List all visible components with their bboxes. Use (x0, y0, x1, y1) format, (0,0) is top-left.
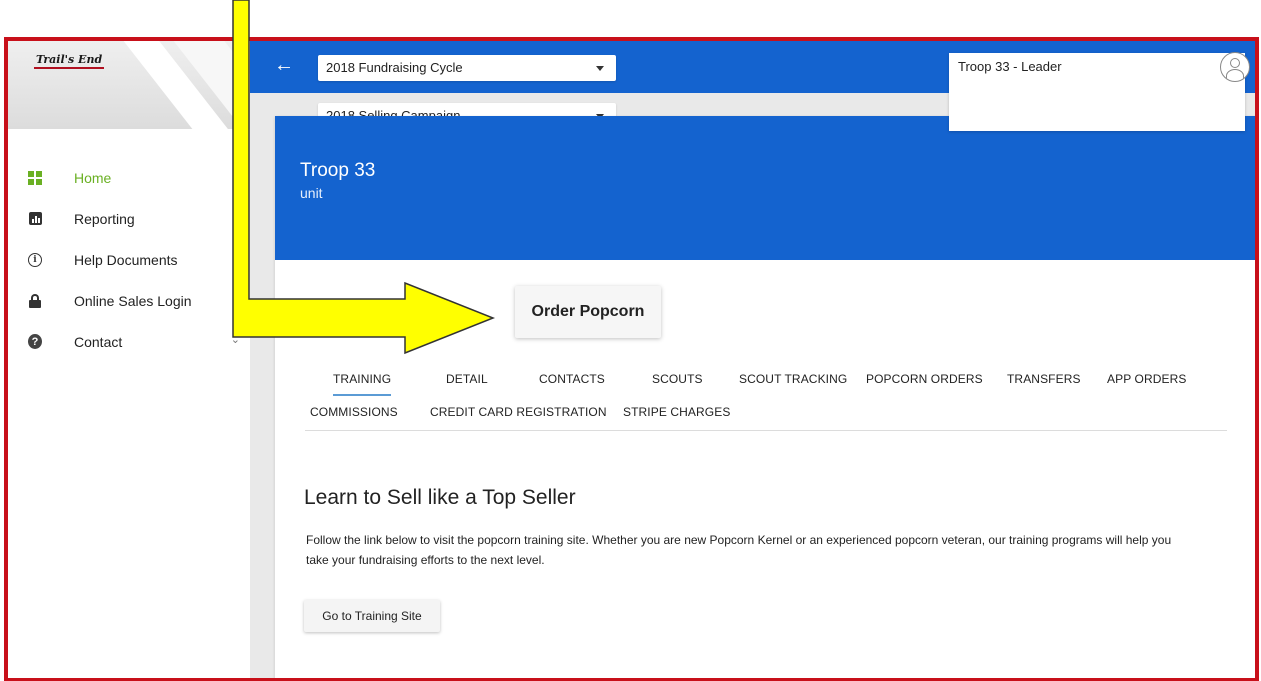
sidebar-item-label: Home (74, 169, 112, 186)
sidebar-item-help-documents[interactable]: i Help Documents ⌄ (8, 239, 250, 280)
tab-scouts[interactable]: SCOUTS (652, 372, 703, 386)
sidebar-item-label: Help Documents (74, 251, 178, 268)
fundraising-cycle-select[interactable]: 2018 Fundraising Cycle (318, 55, 616, 81)
lock-icon (28, 293, 42, 308)
tab-transfers[interactable]: TRANSFERS (1007, 372, 1081, 386)
sidebar: Trail's End Home Reporting ⌄ i Help Docu… (8, 41, 250, 678)
sidebar-item-home[interactable]: Home (8, 157, 250, 198)
tab-training[interactable]: TRAINING (333, 372, 392, 396)
unit-title: Troop 33 (300, 160, 376, 181)
bar-chart-icon (28, 212, 42, 226)
unit-subtitle: unit (300, 185, 323, 201)
sidebar-item-reporting[interactable]: Reporting ⌄ (8, 198, 250, 239)
tab-popcorn-orders[interactable]: POPCORN ORDERS (866, 372, 983, 386)
tab-detail[interactable]: DETAIL (446, 372, 488, 386)
user-role-label: Troop 33 - Leader (958, 59, 1062, 74)
help-circle-icon: ? (28, 334, 42, 349)
sidebar-item-contact[interactable]: ? Contact ⌄ (8, 321, 250, 362)
tab-scout-tracking[interactable]: SCOUT TRACKING (739, 372, 847, 386)
chevron-down-icon[interactable]: ⌄ (231, 333, 240, 346)
user-avatar-icon[interactable] (1220, 52, 1250, 82)
sidebar-item-label: Contact (74, 333, 123, 350)
sidebar-item-label: Online Sales Login (74, 292, 192, 309)
back-arrow-icon[interactable]: ← (274, 55, 294, 75)
sidebar-item-online-sales-login[interactable]: Online Sales Login (8, 280, 250, 321)
tab-app-orders[interactable]: APP ORDERS (1107, 372, 1186, 386)
user-role-menu[interactable]: Troop 33 - Leader (949, 53, 1245, 131)
tab-credit-card-registration[interactable]: CREDIT CARD REGISTRATION (430, 405, 607, 419)
training-heading: Learn to Sell like a Top Seller (304, 486, 576, 509)
sidebar-header: Trail's End (8, 41, 250, 129)
tab-contacts[interactable]: CONTACTS (539, 372, 605, 386)
trails-end-logo[interactable]: Trail's End (34, 53, 105, 69)
chevron-down-icon[interactable]: ⌄ (231, 251, 240, 264)
chevron-down-icon[interactable]: ⌄ (231, 210, 240, 223)
sidebar-nav: Home Reporting ⌄ i Help Documents ⌄ Onli… (8, 157, 250, 362)
fundraising-cycle-value: 2018 Fundraising Cycle (326, 60, 463, 75)
info-icon: i (28, 252, 42, 267)
dropdown-caret-icon (596, 66, 604, 71)
training-description: Follow the link below to visit the popco… (306, 533, 1172, 567)
order-popcorn-button[interactable]: Order Popcorn (515, 286, 661, 338)
unit-hero: Troop 33 unit (275, 116, 1255, 260)
tab-divider (305, 430, 1227, 431)
tab-stripe-charges[interactable]: STRIPE CHARGES (623, 405, 730, 419)
app-window: Trail's End Home Reporting ⌄ i Help Docu… (4, 37, 1259, 681)
sidebar-item-label: Reporting (74, 210, 135, 227)
home-grid-icon (28, 170, 42, 185)
go-to-training-site-button[interactable]: Go to Training Site (304, 600, 440, 632)
unit-card: Troop 33 unit Order Popcorn TRAINING DET… (275, 116, 1255, 678)
tab-commissions[interactable]: COMMISSIONS (310, 405, 398, 419)
